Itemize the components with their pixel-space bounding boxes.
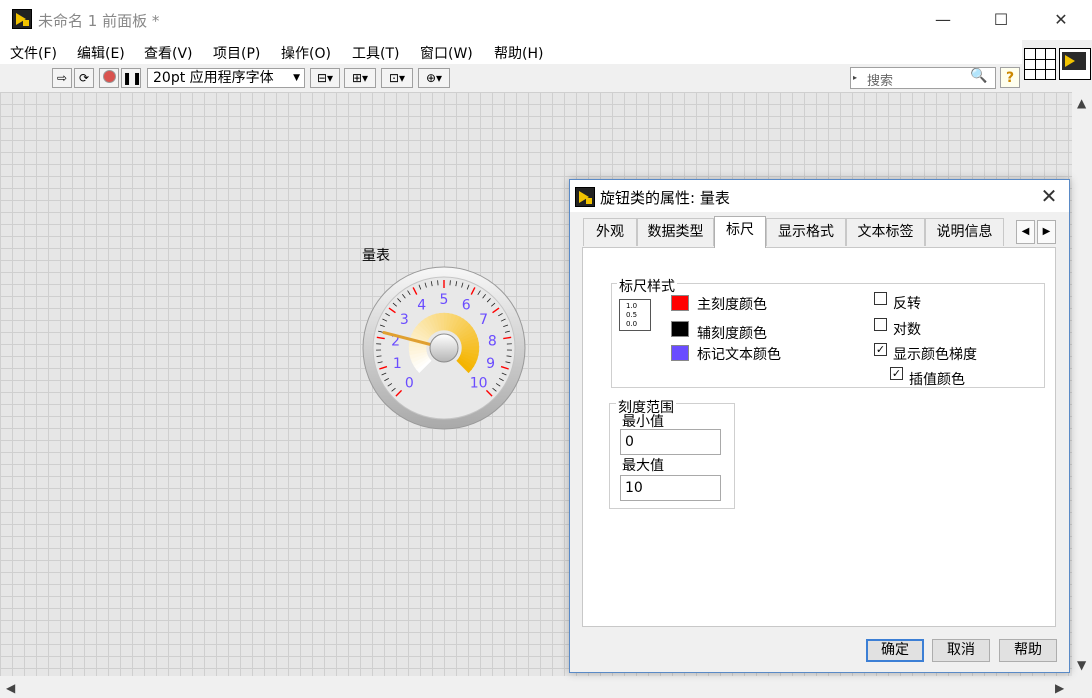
pause-icon[interactable]: ❚❚ <box>121 68 142 88</box>
labview-vi-icon <box>12 9 32 29</box>
scroll-left-icon[interactable]: ◀ <box>6 681 15 695</box>
gauge-tick-label: 9 <box>486 356 495 372</box>
menu-operate[interactable]: 操作(O) <box>281 43 331 63</box>
maximum-label: 最大值 <box>622 458 664 474</box>
distribute-objects-icon[interactable]: ⊞▾ <box>344 68 376 88</box>
chevron-down-icon: ▼ <box>293 73 300 83</box>
reorder-icon[interactable]: ⊕▾ <box>418 68 450 88</box>
abort-icon[interactable] <box>99 68 119 88</box>
dialog-title: 旋钮类的属性: 量表 <box>600 189 730 207</box>
vertical-scrollbar[interactable]: ▲ ▼ <box>1072 92 1092 676</box>
gauge-tick-label: 8 <box>488 333 497 349</box>
menu-edit[interactable]: 编辑(E) <box>77 43 125 63</box>
horizontal-scrollbar[interactable]: ◀ ▶ <box>0 676 1072 698</box>
gauge-indicator[interactable]: 01234 5 678910 <box>362 266 526 430</box>
search-placeholder: 搜索 <box>867 74 894 89</box>
dialog-close-button[interactable]: ✕ <box>1033 182 1065 210</box>
gauge-tick-label: 3 <box>400 312 409 328</box>
help-button[interactable]: 帮助 <box>999 639 1057 662</box>
scale-icon-line-3: 0.0 <box>626 320 638 328</box>
properties-dialog: 旋钮类的属性: 量表 ✕ 外观 数据类型 标尺 显示格式 文本标签 说明信息 ◀… <box>569 179 1070 673</box>
gauge-tick-label: 0 <box>405 376 414 392</box>
scroll-down-icon[interactable]: ▼ <box>1077 658 1086 672</box>
minimize-button[interactable]: — <box>920 0 966 40</box>
menu-project[interactable]: 项目(P) <box>213 43 260 63</box>
gauge-tick-label: 6 <box>462 297 471 313</box>
scroll-right-icon[interactable]: ▶ <box>1055 681 1064 695</box>
invert-checkbox[interactable] <box>874 292 887 305</box>
tab-documentation[interactable]: 说明信息 <box>925 218 1004 246</box>
tab-scroll-right-icon[interactable]: ▶ <box>1037 220 1056 244</box>
scroll-up-icon[interactable]: ▲ <box>1077 96 1086 110</box>
close-window-button[interactable]: ✕ <box>1038 0 1084 40</box>
maximize-button[interactable]: ☐ <box>978 0 1024 40</box>
align-objects-icon[interactable]: ⊟▾ <box>310 68 340 88</box>
gauge-hub <box>429 333 459 363</box>
gauge-tick-label: 5 <box>440 292 449 308</box>
minimum-label: 最小值 <box>622 414 664 430</box>
context-help-icon[interactable]: ? <box>1000 67 1020 88</box>
gauge-tick-label: 1 <box>393 356 402 372</box>
log-label: 对数 <box>893 322 921 338</box>
major-tick-color-swatch[interactable] <box>671 295 689 311</box>
run-arrow-icon[interactable]: ⇨ <box>52 68 72 88</box>
show-color-ramp-checkbox[interactable]: ✓ <box>874 343 887 356</box>
connector-pane-icon[interactable] <box>1024 48 1056 80</box>
minor-tick-color-swatch[interactable] <box>671 321 689 337</box>
menu-file[interactable]: 文件(F) <box>10 43 57 63</box>
tab-appearance[interactable]: 外观 <box>583 218 637 246</box>
tab-data-type[interactable]: 数据类型 <box>637 218 714 246</box>
menu-window[interactable]: 窗口(W) <box>420 43 473 63</box>
search-icon[interactable]: 🔍 <box>970 68 987 84</box>
menu-view[interactable]: 查看(V) <box>144 43 193 63</box>
marker-text-color-swatch[interactable] <box>671 345 689 361</box>
menu-tools[interactable]: 工具(T) <box>352 43 399 63</box>
font-select-value: 20pt 应用程序字体 <box>153 70 274 86</box>
scale-tab-content: 标尺样式 1.0 0.5 0.0 主刻度颜色 辅刻度颜色 标记文本颜色 反转 对… <box>582 247 1056 627</box>
font-select[interactable]: 20pt 应用程序字体 ▼ <box>147 68 305 88</box>
marker-text-color-label: 标记文本颜色 <box>697 347 781 363</box>
resize-objects-icon[interactable]: ⊡▾ <box>381 68 413 88</box>
dialog-app-icon <box>575 187 595 207</box>
scale-icon-line-1: 1.0 <box>626 302 638 310</box>
scale-icon-line-2: 0.5 <box>626 311 638 319</box>
gauge-tick-label: 4 <box>417 297 426 313</box>
search-expand-icon: ▸ <box>853 73 858 82</box>
run-continuously-icon[interactable]: ⟳ <box>74 68 94 88</box>
gauge-tick-label: 7 <box>479 312 488 328</box>
vi-icon[interactable] <box>1059 48 1091 80</box>
interpolate-color-label: 插值颜色 <box>909 372 965 388</box>
maximum-field[interactable]: 10 <box>620 475 721 501</box>
tab-scale[interactable]: 标尺 <box>714 216 766 248</box>
gauge-label: 量表 <box>362 248 390 264</box>
invert-label: 反转 <box>893 296 921 312</box>
ok-button[interactable]: 确定 <box>866 639 924 662</box>
interpolate-color-checkbox[interactable]: ✓ <box>890 367 903 380</box>
show-color-ramp-label: 显示颜色梯度 <box>893 347 977 363</box>
minor-tick-color-label: 辅刻度颜色 <box>697 326 767 342</box>
scale-style-title: 标尺样式 <box>617 276 677 296</box>
log-checkbox[interactable] <box>874 318 887 331</box>
minimum-field[interactable]: 0 <box>620 429 721 455</box>
scale-style-icon[interactable]: 1.0 0.5 0.0 <box>619 299 651 331</box>
major-tick-color-label: 主刻度颜色 <box>697 297 767 313</box>
window-title: 未命名 1 前面板 * <box>38 12 160 30</box>
tab-display-format[interactable]: 显示格式 <box>766 218 846 246</box>
cancel-button[interactable]: 取消 <box>932 639 990 662</box>
tab-scroll-left-icon[interactable]: ◀ <box>1016 220 1035 244</box>
gauge-tick-label: 10 <box>470 376 488 392</box>
menu-help[interactable]: 帮助(H) <box>494 43 543 63</box>
tab-text-labels[interactable]: 文本标签 <box>846 218 925 246</box>
